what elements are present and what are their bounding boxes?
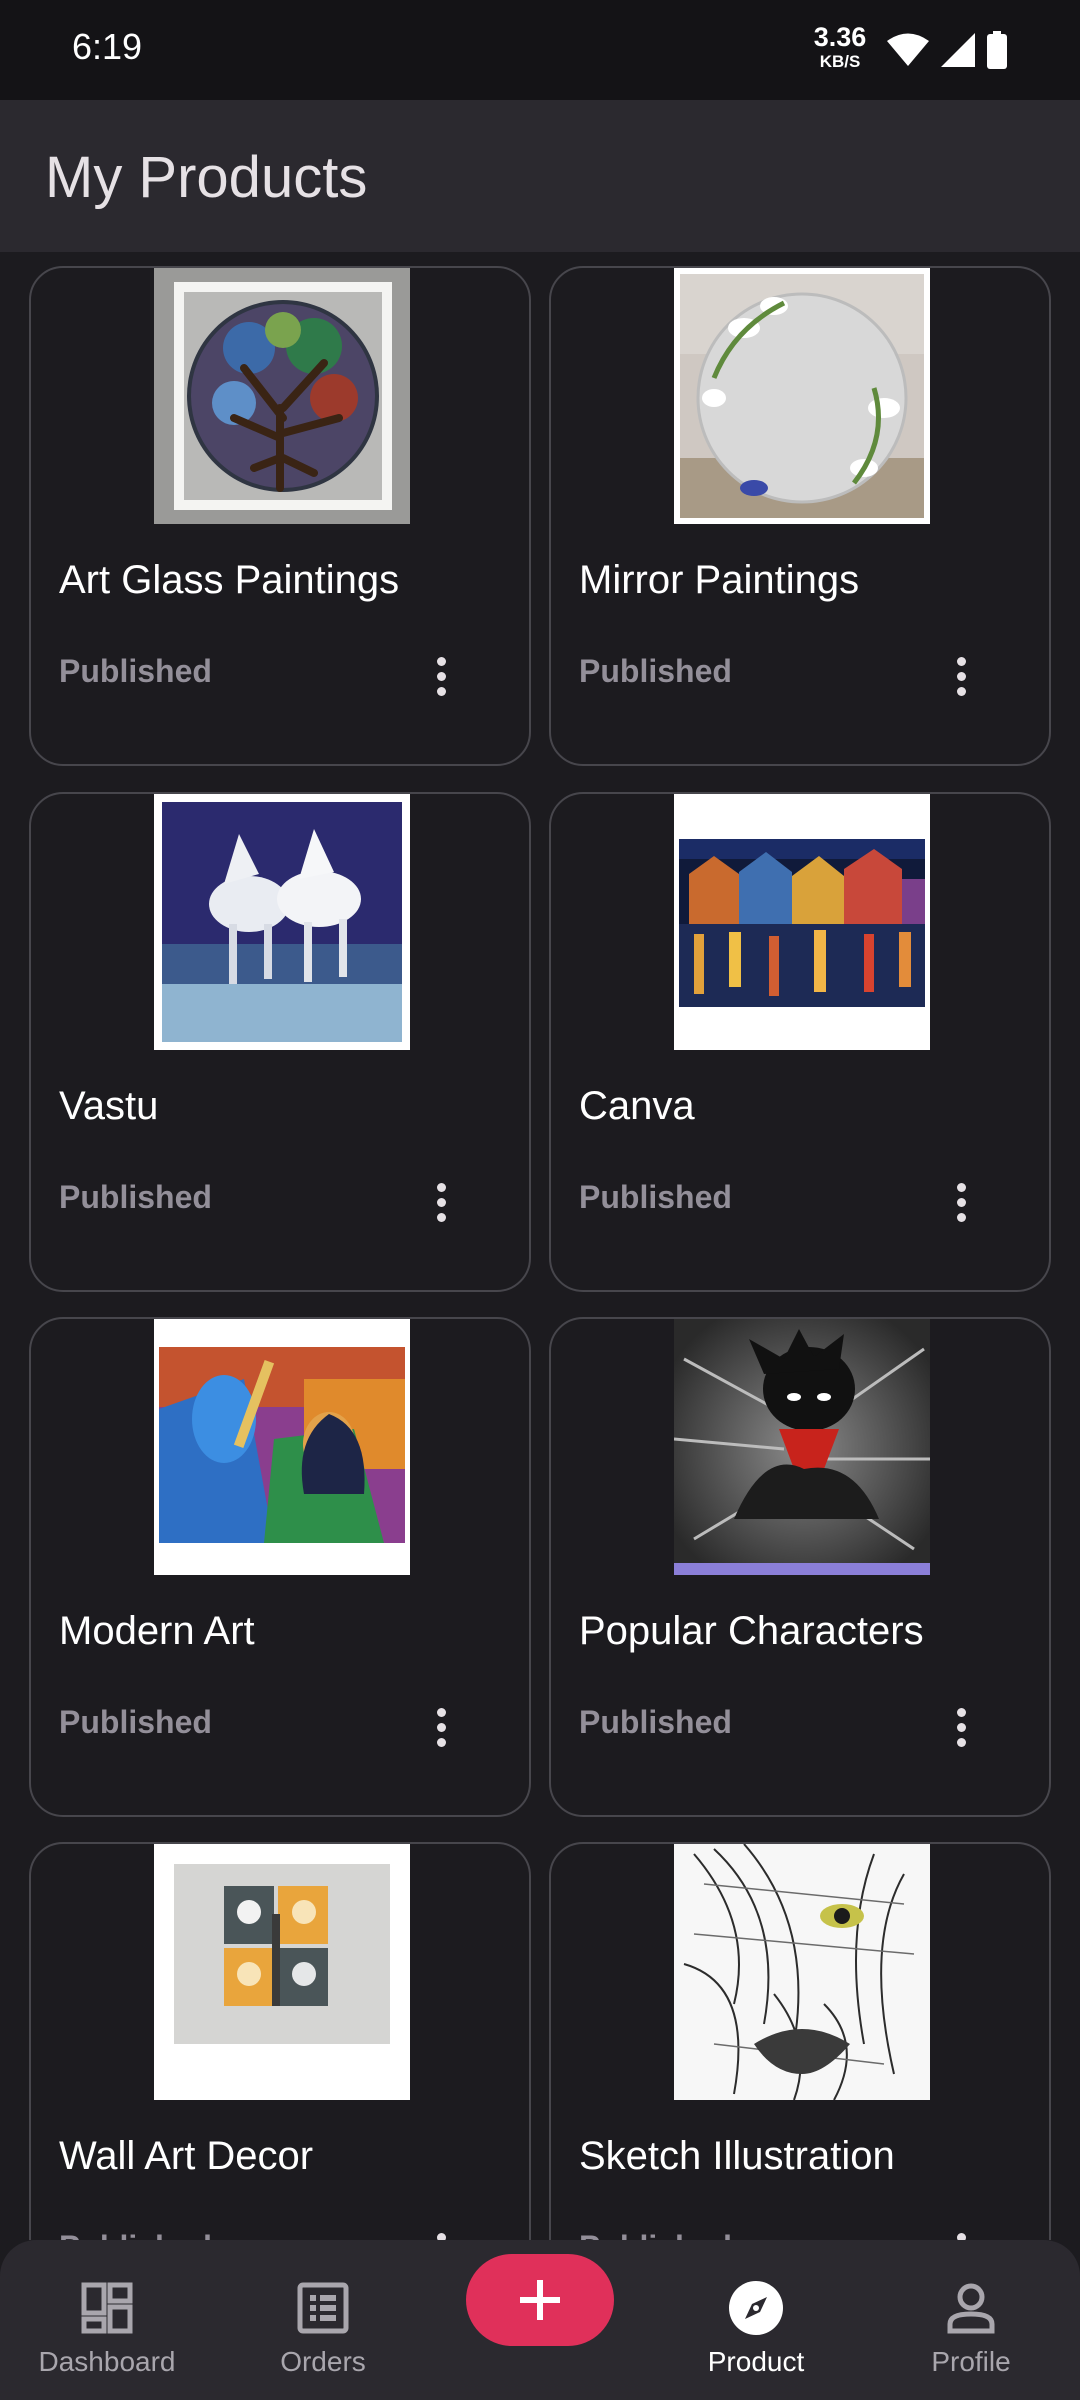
product-image-wall-art-decor bbox=[154, 1844, 410, 2100]
product-card[interactable]: Wall Art Decor Published bbox=[29, 1842, 531, 2240]
nav-profile-label: Profile bbox=[931, 2346, 1011, 2377]
battery-icon bbox=[987, 31, 1007, 69]
product-status: Published bbox=[59, 1704, 212, 1740]
product-image-mirror bbox=[674, 268, 930, 524]
more-options-button[interactable] bbox=[417, 2224, 465, 2240]
product-card[interactable]: Canva Published bbox=[549, 792, 1051, 1292]
product-title: Modern Art bbox=[59, 1609, 255, 1653]
product-status: Published bbox=[579, 1704, 732, 1740]
product-grid[interactable]: Art Glass Paintings Published Mirror Pai… bbox=[0, 252, 1080, 2240]
nav-orders[interactable]: Orders bbox=[228, 2278, 418, 2378]
product-image-canva bbox=[674, 794, 930, 1050]
orders-list-icon bbox=[297, 2282, 349, 2334]
product-status: Published bbox=[59, 1179, 212, 1215]
person-icon bbox=[947, 2283, 995, 2334]
product-status: Published bbox=[59, 653, 212, 689]
product-image-art-glass bbox=[154, 268, 410, 524]
product-title: Wall Art Decor bbox=[59, 2134, 314, 2178]
more-options-button[interactable] bbox=[417, 1699, 465, 1755]
bottom-navigation: Dashboard Orders Product Profile bbox=[0, 2240, 1080, 2400]
status-time: 6:19 bbox=[72, 26, 143, 67]
network-speed: 3.36 KB/S bbox=[808, 22, 872, 71]
cellular-signal-icon bbox=[941, 33, 975, 67]
product-title: Popular Characters bbox=[579, 1609, 924, 1653]
more-options-button[interactable] bbox=[937, 1174, 985, 1230]
product-card[interactable]: Art Glass Paintings Published bbox=[29, 266, 531, 766]
product-image-vastu bbox=[154, 794, 410, 1050]
product-title: Vastu bbox=[59, 1084, 159, 1128]
product-card[interactable]: Sketch Illustration Published bbox=[549, 1842, 1051, 2240]
product-title: Canva bbox=[579, 1084, 695, 1128]
product-image-modern-art bbox=[154, 1319, 410, 1575]
dashboard-icon bbox=[81, 2282, 133, 2334]
page-title: My Products bbox=[45, 145, 368, 210]
nav-profile[interactable]: Profile bbox=[876, 2278, 1066, 2378]
nav-dashboard-label: Dashboard bbox=[38, 2346, 176, 2377]
status-bar: 6:19 3.36 KB/S bbox=[0, 0, 1080, 100]
network-speed-unit: KB/S bbox=[819, 52, 861, 71]
nav-product[interactable]: Product bbox=[661, 2278, 851, 2378]
product-status: Published bbox=[579, 653, 732, 689]
more-options-button[interactable] bbox=[417, 648, 465, 704]
more-options-button[interactable] bbox=[417, 1174, 465, 1230]
nav-dashboard[interactable]: Dashboard bbox=[12, 2278, 202, 2378]
product-status: Published bbox=[579, 1179, 732, 1215]
nav-product-label: Product bbox=[707, 2346, 805, 2377]
product-card[interactable]: Modern Art Published bbox=[29, 1317, 531, 1817]
more-options-button[interactable] bbox=[937, 2224, 985, 2240]
wifi-icon bbox=[887, 33, 929, 66]
product-status: Published bbox=[59, 2229, 212, 2240]
product-image-sketch-illustration bbox=[674, 1844, 930, 2100]
app-bar: My Products bbox=[0, 100, 1080, 252]
product-card[interactable]: Vastu Published bbox=[29, 792, 531, 1292]
plus-icon bbox=[520, 2280, 560, 2320]
status-icons bbox=[886, 30, 1008, 70]
more-options-button[interactable] bbox=[937, 1699, 985, 1755]
product-title: Sketch Illustration bbox=[579, 2134, 895, 2178]
product-title: Art Glass Paintings bbox=[59, 558, 400, 602]
more-options-button[interactable] bbox=[937, 648, 985, 704]
network-speed-value: 3.36 bbox=[813, 22, 867, 52]
product-image-popular-characters bbox=[674, 1319, 930, 1575]
product-title: Mirror Paintings bbox=[579, 558, 860, 602]
product-status: Published bbox=[579, 2229, 732, 2240]
add-product-button[interactable] bbox=[466, 2254, 614, 2346]
product-card[interactable]: Popular Characters Published bbox=[549, 1317, 1051, 1817]
product-card[interactable]: Mirror Paintings Published bbox=[549, 266, 1051, 766]
nav-orders-label: Orders bbox=[280, 2346, 366, 2377]
compass-icon bbox=[729, 2281, 783, 2335]
